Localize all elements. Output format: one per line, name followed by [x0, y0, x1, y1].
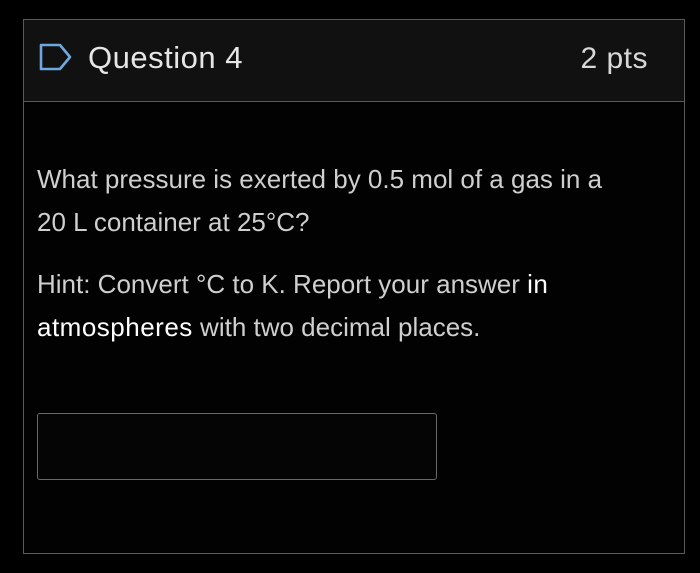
- flag-icon[interactable]: [38, 42, 74, 72]
- question-title: Question 4: [88, 40, 243, 75]
- hint-text-end: with two decimal places.: [192, 312, 481, 342]
- question-hint: Hint: Convert °C to K. Report your answe…: [37, 263, 627, 349]
- hint-text: Hint: Convert °C to K. Report your answe…: [37, 269, 528, 299]
- answer-input[interactable]: [37, 413, 437, 480]
- question-text: What pressure is exerted by 0.5 mol of a…: [37, 164, 603, 237]
- question-header: Question 4 2 pts: [24, 20, 684, 102]
- question-body: What pressure is exerted by 0.5 mol of a…: [37, 158, 627, 368]
- question-points: 2 pts: [580, 42, 648, 75]
